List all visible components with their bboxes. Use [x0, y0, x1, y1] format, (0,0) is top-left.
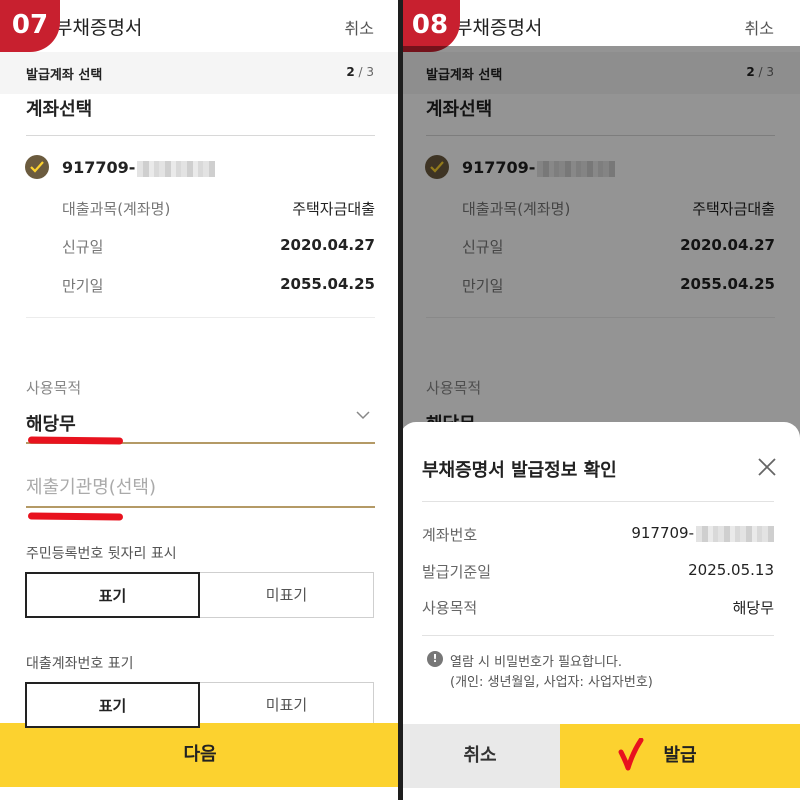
masked-account-digits: [137, 160, 216, 177]
header-cancel-button[interactable]: 취소: [345, 15, 374, 39]
sheet-divider: [422, 635, 774, 636]
divider: [26, 135, 375, 136]
annotation-check-icon: [618, 738, 644, 771]
sheet-info-row: 사용목적 해당무: [422, 597, 774, 619]
next-button[interactable]: 다음: [0, 723, 400, 787]
issue-confirm-sheet: 부채증명서 발급정보 확인 계좌번호 917709- 발급기준일 2025.05…: [400, 422, 800, 800]
page-title: 부채증명서: [55, 17, 143, 39]
loan-toggle-label: 대출계좌번호 표기: [26, 656, 134, 672]
sheet-info-label: 사용목적: [422, 599, 478, 617]
close-icon[interactable]: [758, 458, 776, 476]
sheet-account-prefix: 917709-: [631, 524, 694, 542]
notice-subtext: (개인: 생년월일, 사업자: 사업자번호): [450, 675, 653, 690]
chevron-down-icon[interactable]: [356, 411, 370, 420]
step-07-panel: 07 부채증명서 취소 발급계좌 선택 2 / 3 계좌선택 917709- 대…: [0, 0, 400, 800]
institution-underline: [26, 506, 375, 508]
step-indicator: 발급계좌 선택 2 / 3: [0, 52, 400, 94]
sheet-divider: [422, 501, 774, 502]
account-number-prefix: 917709-: [62, 158, 136, 177]
account-info-row: 만기일 2055.04.25: [62, 275, 375, 297]
step-badge: 07: [0, 0, 60, 52]
purpose-select[interactable]: 해당무: [26, 410, 76, 436]
check-circle-icon[interactable]: [25, 155, 49, 179]
resident-toggle: 표기 미표기: [25, 572, 375, 618]
sheet-info-row: 계좌번호 917709-: [422, 524, 774, 546]
loan-toggle-hide[interactable]: 미표기: [199, 682, 374, 728]
info-icon: !: [427, 651, 443, 667]
step-total: / 3: [358, 65, 375, 79]
header-cancel-button[interactable]: 취소: [745, 15, 774, 39]
loan-toggle: 표기 미표기: [25, 682, 375, 728]
account-info-row: 대출과목(계좌명) 주택자금대출: [62, 198, 375, 220]
sheet-info-value: 917709-: [631, 524, 774, 542]
step-08-panel: 08 부채증명서 취소 발급계좌 선택 2 / 3 계좌선택 917709- 대…: [400, 0, 800, 800]
step-badge: 08: [400, 0, 460, 52]
purpose-label: 사용목적: [26, 379, 82, 397]
resident-toggle-label: 주민등록번호 뒷자리 표시: [26, 546, 177, 562]
account-number: 917709-: [62, 158, 216, 177]
section-title: 계좌선택: [26, 99, 93, 120]
issue-button[interactable]: 발급: [560, 724, 800, 788]
step-count: 2 / 3: [346, 65, 374, 79]
page-title: 부채증명서: [455, 17, 543, 39]
info-value: 주택자금대출: [292, 200, 375, 218]
sheet-info-value: 2025.05.13: [688, 561, 774, 579]
sheet-info-label: 발급기준일: [422, 563, 492, 581]
divider: [26, 317, 375, 318]
info-label: 대출과목(계좌명): [62, 200, 171, 218]
sheet-info-row: 발급기준일 2025.05.13: [422, 561, 774, 583]
account-info-row: 신규일 2020.04.27: [62, 236, 375, 258]
loan-toggle-show[interactable]: 표기: [25, 682, 200, 728]
notice-text: 열람 시 비밀번호가 필요합니다.: [450, 655, 623, 670]
bottom-strip: [400, 788, 800, 800]
resident-toggle-hide[interactable]: 미표기: [199, 572, 374, 618]
resident-toggle-show[interactable]: 표기: [25, 572, 200, 618]
info-value: 2020.04.27: [280, 236, 375, 254]
step-label: 발급계좌 선택: [26, 68, 103, 83]
institution-input[interactable]: 제출기관명(선택): [26, 473, 156, 499]
step-current: 2: [346, 65, 355, 79]
sheet-info-label: 계좌번호: [422, 526, 478, 544]
panel-divider: [398, 0, 403, 800]
masked-account-digits: [696, 525, 774, 542]
sheet-title: 부채증명서 발급정보 확인: [422, 460, 617, 481]
info-label: 신규일: [62, 238, 104, 256]
annotation-underline: [27, 436, 124, 445]
info-label: 만기일: [62, 277, 104, 295]
bottom-strip: [0, 787, 400, 800]
annotation-underline: [27, 512, 124, 521]
sheet-cancel-button[interactable]: 취소: [400, 724, 560, 788]
info-value: 2055.04.25: [280, 275, 375, 293]
sheet-info-value: 해당무: [732, 599, 774, 617]
